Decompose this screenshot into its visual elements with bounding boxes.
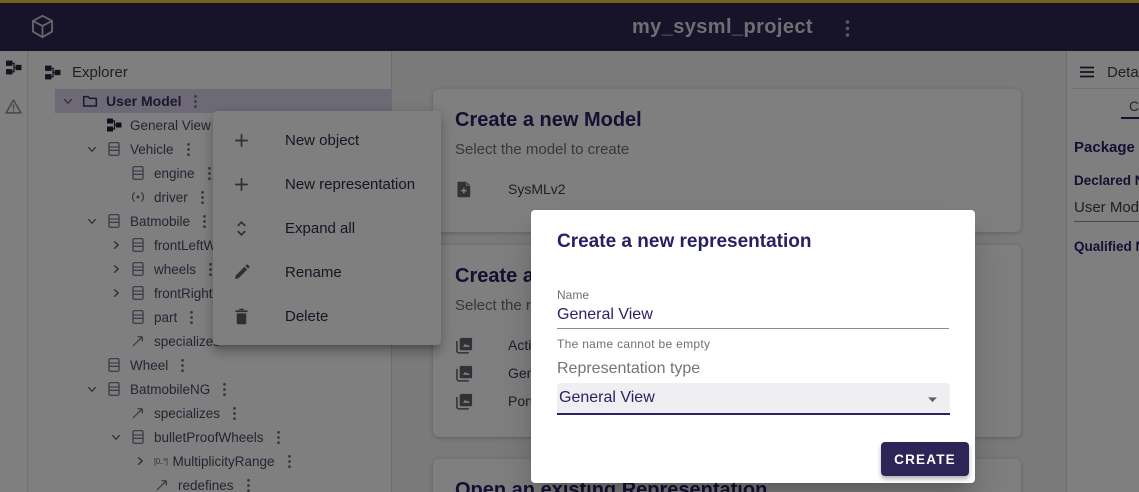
name-label: Name xyxy=(557,288,589,302)
dialog-title: Create a new representation xyxy=(557,231,811,253)
create-button[interactable]: CREATE xyxy=(881,442,969,476)
input-underline xyxy=(557,328,949,329)
name-helper-text: The name cannot be empty xyxy=(557,337,710,351)
representation-type-label: Representation type xyxy=(557,360,700,378)
chevron-down-icon xyxy=(927,396,938,403)
name-input[interactable]: General View xyxy=(557,306,949,324)
representation-type-select[interactable]: General View xyxy=(557,383,950,415)
selected-option: General View xyxy=(559,389,655,407)
create-representation-dialog: Create a new representation Name General… xyxy=(531,210,975,483)
app-window: my_sysml_project Explorer User ModelGene… xyxy=(0,0,1139,492)
